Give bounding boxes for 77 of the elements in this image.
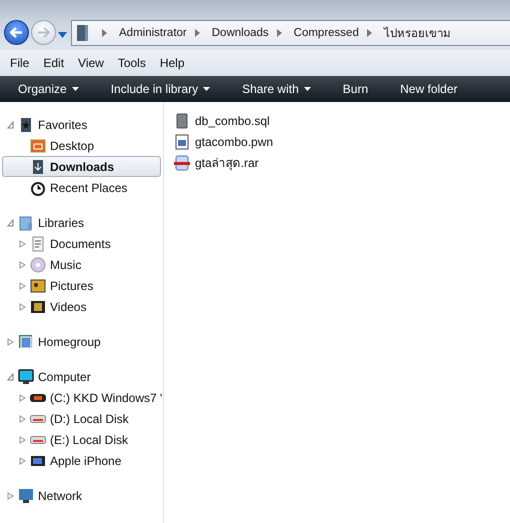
tree-item[interactable]: Music xyxy=(0,254,163,275)
selected-tree-item[interactable]: Downloads xyxy=(2,156,161,177)
caret-icon xyxy=(72,87,79,91)
chevron-icon[interactable] xyxy=(276,29,282,37)
menu-item[interactable]: File xyxy=(3,56,36,70)
right-arrow-icon xyxy=(37,27,50,38)
dropdown-arrow-icon[interactable] xyxy=(58,32,67,38)
film-icon xyxy=(30,298,46,314)
menu-item[interactable]: View xyxy=(71,56,111,70)
expand-arrow-icon[interactable] xyxy=(19,414,26,422)
expand-arrow-icon[interactable] xyxy=(19,282,26,290)
expand-arrow-icon[interactable] xyxy=(19,394,26,402)
chevron-icon[interactable] xyxy=(102,29,107,37)
collapse-arrow-icon[interactable] xyxy=(7,372,14,380)
breadcrumb-item[interactable]: ไปหรอยเขาม xyxy=(372,24,459,42)
file-name[interactable]: db_combo.sql xyxy=(195,114,270,128)
drive-icon xyxy=(30,414,46,422)
tree-item[interactable]: Recent Places xyxy=(0,177,163,198)
expand-arrow-icon[interactable] xyxy=(7,492,14,500)
breadcrumb-item[interactable]: Downloads xyxy=(200,27,277,39)
toolbar-button[interactable]: New folder xyxy=(392,82,466,96)
chevron-icon[interactable] xyxy=(194,29,200,37)
tree-item[interactable]: Pictures xyxy=(0,275,163,296)
file-name[interactable]: gtacombo.pwn xyxy=(195,134,274,148)
homegroup-icon xyxy=(18,334,34,350)
code-file-icon xyxy=(174,134,190,150)
menu-item[interactable]: Tools xyxy=(110,56,153,70)
tree-item[interactable]: Homegroup xyxy=(0,331,163,352)
monitor-icon xyxy=(18,368,34,384)
library-icon xyxy=(18,214,34,230)
toolbar-button[interactable]: Burn xyxy=(334,82,376,96)
caret-icon xyxy=(304,87,311,91)
left-arrow-icon xyxy=(10,27,23,38)
toolbar-button[interactable]: Share with xyxy=(234,82,319,96)
caret-icon xyxy=(203,87,210,91)
menu-item[interactable]: Help xyxy=(152,56,192,70)
expand-arrow-icon[interactable] xyxy=(19,436,26,444)
breadcrumb-item[interactable]: Administrator xyxy=(107,27,195,39)
breadcrumb-item[interactable]: Compressed xyxy=(282,27,367,39)
tree-item[interactable]: (C:) KKD Windows7 ' xyxy=(0,387,163,408)
expand-arrow-icon[interactable] xyxy=(19,240,26,248)
tree-item[interactable]: (D:) Local Disk xyxy=(0,408,163,429)
star-folder-icon xyxy=(18,116,34,132)
tree-item[interactable]: Favorites xyxy=(0,114,163,135)
chevron-icon[interactable] xyxy=(366,29,372,37)
expand-arrow-icon[interactable] xyxy=(19,456,26,464)
toolbar-button[interactable]: Organize xyxy=(10,82,87,96)
file-icon xyxy=(174,112,190,128)
toolbar-button[interactable]: Include in library xyxy=(102,82,218,96)
drive-icon xyxy=(30,436,46,444)
drive-icon xyxy=(30,394,46,402)
tree-item[interactable]: Desktop xyxy=(0,135,163,156)
tree-item[interactable]: Computer xyxy=(0,366,163,387)
tree-item[interactable]: Apple iPhone xyxy=(0,450,163,471)
collapse-arrow-icon[interactable] xyxy=(7,120,14,128)
clock-icon xyxy=(30,180,46,196)
back-button[interactable] xyxy=(4,20,29,45)
disc-icon xyxy=(30,256,46,272)
expand-arrow-icon[interactable] xyxy=(19,302,26,310)
file-name[interactable]: gtaล่าสุด.rar xyxy=(195,153,259,172)
tree-item[interactable]: Videos xyxy=(0,296,163,317)
picture-icon xyxy=(30,278,46,294)
collapse-arrow-icon[interactable] xyxy=(7,218,14,226)
tree-item[interactable]: (E:) Local Disk xyxy=(0,429,163,450)
address-bar[interactable]: Administrator Downloads Compressed ไปหรอยเขาม xyxy=(71,20,510,46)
menu-item[interactable]: Edit xyxy=(36,56,72,70)
expand-arrow-icon[interactable] xyxy=(7,338,14,346)
tree-item[interactable]: Network xyxy=(0,485,163,506)
desktop-icon xyxy=(30,138,46,154)
folder-icon xyxy=(76,24,90,42)
download-folder-icon xyxy=(30,158,46,174)
expand-arrow-icon[interactable] xyxy=(19,260,26,268)
archive-icon xyxy=(174,154,190,170)
document-icon xyxy=(30,236,46,252)
tree-item[interactable]: Libraries xyxy=(0,212,163,233)
network-icon xyxy=(18,488,34,504)
tree-item[interactable]: Documents xyxy=(0,233,163,254)
